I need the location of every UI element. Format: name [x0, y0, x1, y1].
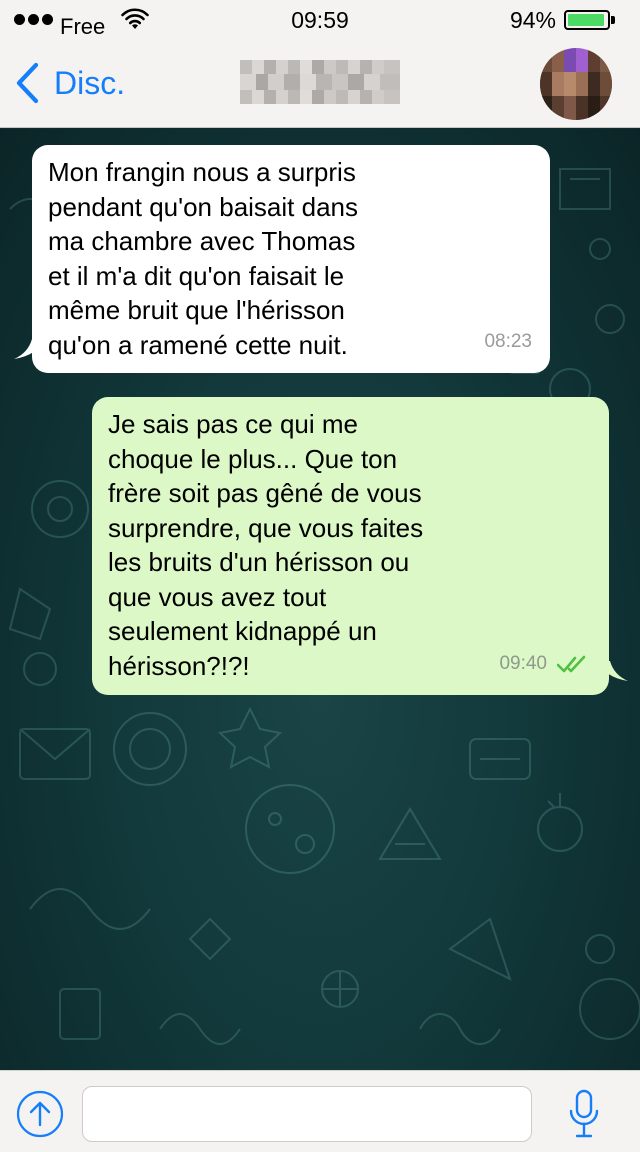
chevron-left-icon — [16, 62, 39, 104]
composer-bar — [0, 1070, 640, 1152]
outgoing-message[interactable]: Je sais pas ce qui me choque le plus... … — [92, 397, 609, 695]
battery-icon — [564, 10, 610, 30]
incoming-message[interactable]: Mon frangin nous a surpris pendant qu'on… — [32, 145, 550, 373]
contact-name[interactable] — [240, 60, 400, 104]
back-button[interactable]: Disc. — [14, 62, 125, 104]
upload-arrow-icon[interactable] — [16, 1090, 64, 1138]
message-time: 08:23 — [484, 330, 532, 352]
status-bar: Free 09:59 94% — [0, 0, 640, 40]
message-meta: 09:40 — [499, 647, 589, 682]
battery-percentage: 94% — [509, 7, 556, 33]
chat-area[interactable]: Mon frangin nous a surpris pendant qu'on… — [0, 129, 640, 1070]
contact-avatar[interactable] — [540, 48, 612, 120]
back-label: Disc. — [54, 64, 126, 101]
message-text: Je sais pas ce qui me choque le plus... … — [108, 409, 424, 681]
incoming-bubble-tail — [14, 339, 44, 359]
message-text: Mon frangin nous a surpris pendant qu'on… — [48, 157, 358, 360]
message-time: 09:40 — [499, 652, 547, 674]
outgoing-bubble-tail — [598, 661, 628, 681]
double-check-icon — [557, 655, 586, 673]
top-bar: Free 09:59 94% Disc. — [0, 0, 640, 128]
microphone-icon[interactable] — [568, 1089, 600, 1139]
message-input[interactable] — [82, 1086, 532, 1142]
battery-nub — [611, 16, 615, 24]
battery-fill — [568, 14, 604, 26]
